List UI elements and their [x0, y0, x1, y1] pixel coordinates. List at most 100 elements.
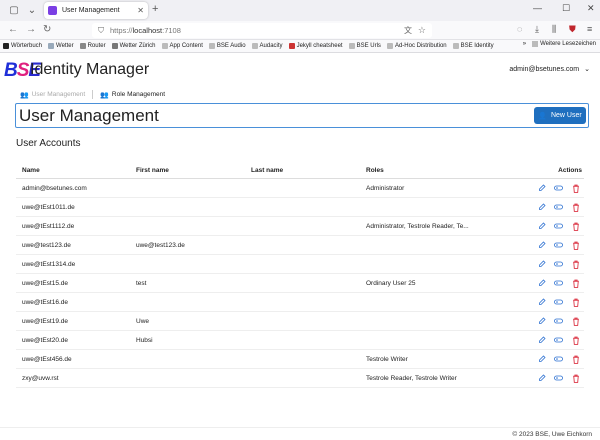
- minimize-icon[interactable]: —: [533, 3, 542, 13]
- assign-roles-icon[interactable]: [554, 222, 563, 231]
- assign-roles-icon[interactable]: [554, 355, 563, 364]
- user-email: admin@bsetunes.com: [509, 65, 580, 73]
- reload-icon[interactable]: ↻: [43, 24, 51, 35]
- edit-icon[interactable]: [537, 203, 546, 212]
- cell-name: uwe@tEst456.de: [22, 355, 72, 363]
- bookmark-item[interactable]: Router: [79, 43, 106, 49]
- cell-roles: Administrator, Testrole Reader, Te...: [366, 222, 469, 230]
- bookmark-item[interactable]: BSE Identity: [452, 43, 494, 49]
- forward-icon[interactable]: →: [26, 24, 36, 35]
- delete-icon[interactable]: [571, 298, 580, 307]
- app-header: BSE Identity Manager admin@bsetunes.com …: [0, 54, 600, 86]
- bookmark-item[interactable]: BSE Urls: [348, 43, 381, 49]
- maximize-icon[interactable]: ☐: [562, 3, 570, 14]
- edit-icon[interactable]: [537, 317, 546, 326]
- browser-tab[interactable]: User Management ✕: [44, 2, 148, 19]
- assign-roles-icon[interactable]: [554, 184, 563, 193]
- col-last-name: Last name: [251, 166, 284, 174]
- table-header: Name First name Last name Roles Actions: [16, 162, 584, 179]
- edit-icon[interactable]: [537, 260, 546, 269]
- close-window-icon[interactable]: ✕: [587, 3, 595, 14]
- cell-roles: Testrole Writer: [366, 355, 408, 363]
- cell-name: zxy@uvw.rst: [22, 374, 59, 382]
- delete-icon[interactable]: [571, 317, 580, 326]
- user-menu[interactable]: admin@bsetunes.com ⌄: [509, 65, 590, 74]
- table-row: admin@bsetunes.com Administrator: [16, 179, 584, 198]
- row-actions: [537, 279, 580, 288]
- roles-icon: 👥: [100, 91, 109, 99]
- nav-role-management[interactable]: 👥 Role Management: [100, 91, 165, 99]
- assign-roles-icon[interactable]: [554, 374, 563, 383]
- bookmark-item[interactable]: Wörterbuch: [3, 43, 42, 49]
- delete-icon[interactable]: [571, 203, 580, 212]
- downloads-icon[interactable]: ⤓: [535, 24, 539, 35]
- cell-roles: Ordinary User 25: [366, 279, 416, 287]
- bookmark-item[interactable]: Wetter Zürich: [111, 43, 156, 49]
- nav-user-management[interactable]: 👥 User Management: [20, 91, 85, 99]
- assign-roles-icon[interactable]: [554, 203, 563, 212]
- menu-icon[interactable]: ≡: [587, 24, 592, 34]
- breadcrumb: 👥 User Management 👥 Role Management: [20, 89, 165, 100]
- assign-roles-icon[interactable]: [554, 241, 563, 250]
- table-row: uwe@tEst15.de test Ordinary User 25: [16, 274, 584, 293]
- assign-roles-icon[interactable]: [554, 279, 563, 288]
- bookmark-item[interactable]: Jekyll cheatsheet: [288, 43, 343, 49]
- delete-icon[interactable]: [571, 222, 580, 231]
- assign-roles-icon[interactable]: [554, 298, 563, 307]
- table-row: uwe@tEst16.de: [16, 293, 584, 312]
- delete-icon[interactable]: [571, 374, 580, 383]
- bookmark-star-icon[interactable]: ☆: [418, 25, 426, 36]
- tab-list-icon[interactable]: ⌄: [24, 3, 40, 17]
- footer: © 2023 BSE, Uwe Eichkorn: [512, 431, 592, 438]
- delete-icon[interactable]: [571, 355, 580, 364]
- cell-roles: Administrator: [366, 184, 405, 192]
- row-actions: [537, 355, 580, 364]
- cell-name: uwe@tEst16.de: [22, 298, 68, 306]
- table-row: uwe@tEst456.de Testrole Writer: [16, 350, 584, 369]
- translate-icon[interactable]: 文: [404, 25, 412, 36]
- bookmarks-bar: Wörterbuch Wetter Router Wetter Zürich A…: [0, 40, 600, 53]
- cell-name: admin@bsetunes.com: [22, 184, 87, 192]
- assign-roles-icon[interactable]: [554, 260, 563, 269]
- table-body: admin@bsetunes.com Administrator uwe@tEst1…: [16, 179, 584, 388]
- edit-icon[interactable]: [537, 222, 546, 231]
- extension-icon[interactable]: ⛊: [569, 24, 576, 35]
- edit-icon[interactable]: [537, 336, 546, 345]
- other-bookmarks[interactable]: » Weitere Lesezeichen: [523, 41, 596, 47]
- cell-name: uwe@tEst1112.de: [22, 222, 75, 230]
- back-icon[interactable]: ←: [8, 24, 18, 35]
- edit-icon[interactable]: [537, 374, 546, 383]
- edit-icon[interactable]: [537, 241, 546, 250]
- new-user-button[interactable]: 👤 New User: [534, 107, 586, 124]
- library-icon[interactable]: ⫼: [552, 24, 556, 35]
- edit-icon[interactable]: [537, 355, 546, 364]
- cell-name: uwe@tEst19.de: [22, 317, 68, 325]
- chevron-right-icon: »: [522, 41, 527, 47]
- assign-roles-icon[interactable]: [554, 317, 563, 326]
- assign-roles-icon[interactable]: [554, 336, 563, 345]
- edit-icon[interactable]: [537, 279, 546, 288]
- url-bar[interactable]: ⛉ https://localhost:7108 文 ☆: [92, 23, 432, 38]
- delete-icon[interactable]: [571, 336, 580, 345]
- bookmark-item[interactable]: Ad-Hoc Distribution: [386, 43, 447, 49]
- tab-title: User Management: [62, 7, 120, 14]
- pocket-icon[interactable]: ◌: [517, 24, 522, 34]
- edit-icon[interactable]: [537, 298, 546, 307]
- browser-nav-bar: ← → ↻ ⛉ https://localhost:7108 文 ☆ ◌ ⤓ ⫼…: [0, 21, 600, 40]
- bookmark-item[interactable]: BSE Audio: [208, 43, 246, 49]
- bookmark-item[interactable]: Audacity: [251, 43, 283, 49]
- app-title: Identity Manager: [30, 61, 150, 78]
- shield-icon[interactable]: ⛉: [98, 26, 104, 36]
- bookmark-item[interactable]: App Content: [161, 43, 203, 49]
- row-actions: [537, 222, 580, 231]
- delete-icon[interactable]: [571, 241, 580, 250]
- delete-icon[interactable]: [571, 279, 580, 288]
- firefox-view-icon[interactable]: ▢: [6, 3, 22, 17]
- bookmark-item[interactable]: Wetter: [48, 43, 74, 49]
- users-table: Name First name Last name Roles Actions …: [16, 162, 584, 388]
- delete-icon[interactable]: [571, 184, 580, 193]
- delete-icon[interactable]: [571, 260, 580, 269]
- edit-icon[interactable]: [537, 184, 546, 193]
- new-tab-icon[interactable]: +: [152, 3, 158, 15]
- close-tab-icon[interactable]: ✕: [137, 6, 144, 15]
